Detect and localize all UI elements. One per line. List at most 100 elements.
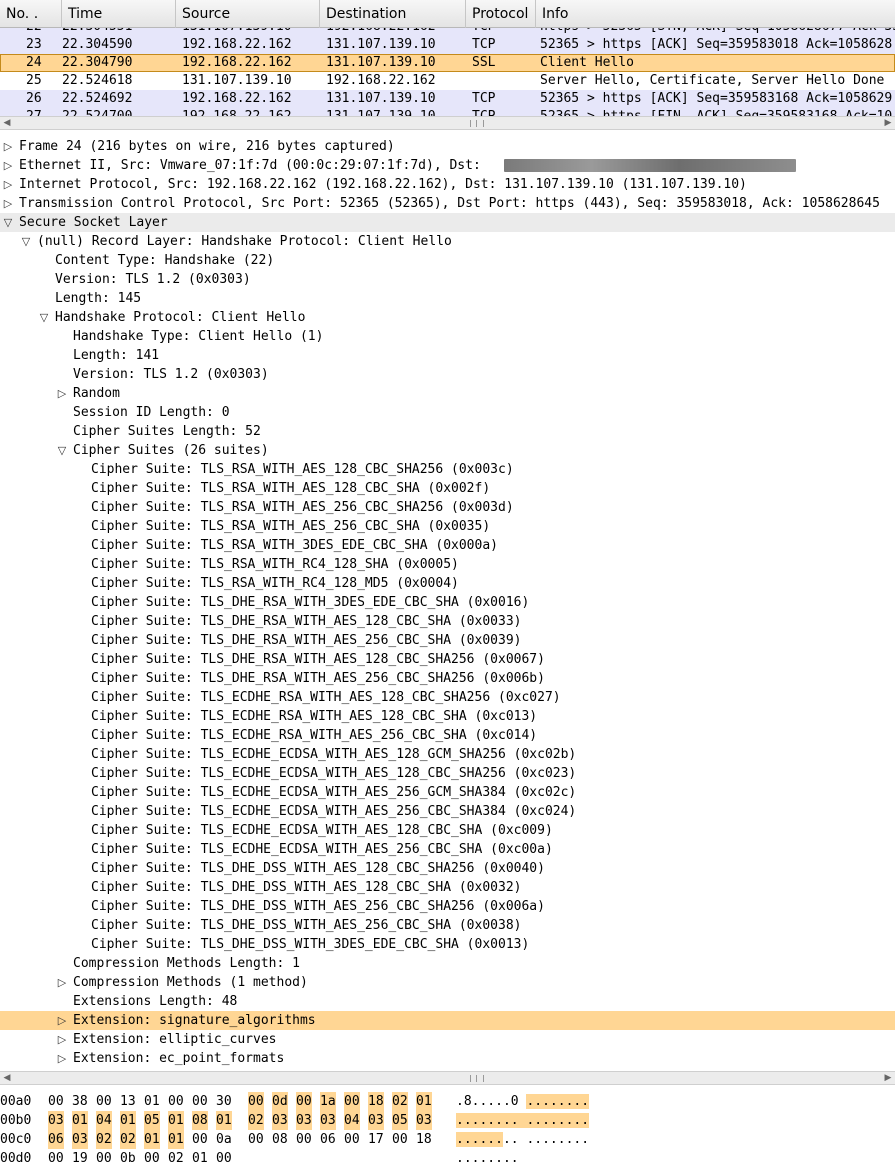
hex-byte[interactable]: 13 <box>120 1092 136 1111</box>
hex-byte[interactable]: 02 <box>96 1130 112 1149</box>
detail-tree-item[interactable]: ▷ Internet Protocol, Src: 192.168.22.162 … <box>0 175 895 194</box>
hex-byte[interactable]: 1a <box>320 1092 336 1111</box>
triangle-right-icon[interactable]: ▷ <box>1 194 15 213</box>
detail-tree-item[interactable]: Cipher Suite: TLS_ECDHE_ECDSA_WITH_AES_1… <box>0 821 895 840</box>
detail-tree-item[interactable]: Cipher Suite: TLS_DHE_DSS_WITH_AES_256_C… <box>0 916 895 935</box>
triangle-right-icon[interactable]: ▷ <box>55 384 69 403</box>
triangle-right-icon[interactable]: ▷ <box>55 1011 69 1030</box>
detail-tree-item[interactable]: Cipher Suite: TLS_RSA_WITH_RC4_128_SHA (… <box>0 555 895 574</box>
detail-tree-item[interactable]: Cipher Suite: TLS_RSA_WITH_RC4_128_MD5 (… <box>0 574 895 593</box>
detail-tree-item[interactable]: Cipher Suite: TLS_DHE_RSA_WITH_AES_256_C… <box>0 669 895 688</box>
hex-byte[interactable]: 02 <box>248 1111 264 1130</box>
hex-byte[interactable]: 00 <box>344 1092 360 1111</box>
hex-byte[interactable]: 03 <box>48 1111 64 1130</box>
hex-byte[interactable]: 03 <box>416 1111 432 1130</box>
detail-tree-item[interactable]: Length: 141 <box>0 346 895 365</box>
hex-byte[interactable]: 05 <box>144 1111 160 1130</box>
column-header-time[interactable]: Time <box>62 0 176 28</box>
detail-tree-item[interactable]: Cipher Suite: TLS_ECDHE_ECDSA_WITH_AES_1… <box>0 764 895 783</box>
detail-tree-item[interactable]: ▷ Compression Methods (1 method) <box>0 973 895 992</box>
triangle-down-icon[interactable]: ▽ <box>55 441 69 460</box>
detail-tree-item[interactable]: ▷ Ethernet II, Src: Vmware_07:1f:7d (00:0… <box>0 156 895 175</box>
detail-tree-item[interactable]: ▷ Transmission Control Protocol, Src Port… <box>0 194 895 213</box>
detail-tree-item[interactable]: Cipher Suite: TLS_DHE_RSA_WITH_AES_128_C… <box>0 650 895 669</box>
hex-byte[interactable]: 00 <box>96 1092 112 1111</box>
scroll-thumb[interactable] <box>470 1075 484 1082</box>
packet-bytes-pane[interactable]: 00a0 00 38 00 13 01 00 00 30 00 0d 00 1a 00 18 02 01.8..… <box>0 1092 895 1163</box>
detail-tree-item[interactable]: ▷ Extension: ec_point_formats <box>0 1049 895 1068</box>
detail-tree-item[interactable]: ▽ Handshake Protocol: Client Hello <box>0 308 895 327</box>
hex-byte[interactable]: 01 <box>168 1130 184 1149</box>
detail-tree-item[interactable]: Content Type: Handshake (22) <box>0 251 895 270</box>
hex-byte[interactable]: 03 <box>72 1130 88 1149</box>
hex-byte[interactable]: 03 <box>368 1111 384 1130</box>
column-header-source[interactable]: Source <box>176 0 320 28</box>
detail-tree-item[interactable]: ▷ Random <box>0 384 895 403</box>
hex-byte[interactable]: 02 <box>168 1149 184 1163</box>
hex-byte[interactable]: 01 <box>416 1092 432 1111</box>
detail-tree-item[interactable]: ▷ Frame 24 (216 bytes on wire, 216 bytes … <box>0 137 895 156</box>
detail-tree-item[interactable]: Version: TLS 1.2 (0x0303) <box>0 270 895 289</box>
scroll-left-icon[interactable]: ◀ <box>0 1072 14 1085</box>
packet-list-pane[interactable]: 2222.304551131.107.139.10192.168.22.162T… <box>0 0 895 116</box>
hex-byte[interactable]: 03 <box>272 1111 288 1130</box>
column-header-protocol[interactable]: Protocol <box>466 0 536 28</box>
detail-tree-item[interactable]: Cipher Suite: TLS_DHE_DSS_WITH_AES_256_C… <box>0 897 895 916</box>
hex-byte[interactable]: 18 <box>416 1130 432 1149</box>
hex-byte[interactable]: 08 <box>272 1130 288 1149</box>
detail-tree-item[interactable]: ▽ Secure Socket Layer <box>0 213 895 232</box>
hex-byte[interactable]: 00 <box>216 1149 232 1163</box>
scroll-left-icon[interactable]: ◀ <box>0 117 14 130</box>
hex-byte[interactable]: 17 <box>368 1130 384 1149</box>
hex-byte[interactable]: 0d <box>272 1092 288 1111</box>
triangle-right-icon[interactable]: ▷ <box>55 973 69 992</box>
hex-byte[interactable]: 02 <box>392 1092 408 1111</box>
column-header-destination[interactable]: Destination <box>320 0 466 28</box>
detail-tree-item[interactable]: Extensions Length: 48 <box>0 992 895 1011</box>
hex-byte[interactable]: 01 <box>120 1111 136 1130</box>
hex-byte[interactable]: 01 <box>168 1111 184 1130</box>
detail-tree-item[interactable]: Cipher Suite: TLS_DHE_RSA_WITH_3DES_EDE_… <box>0 593 895 612</box>
detail-tree-item[interactable]: Cipher Suites Length: 52 <box>0 422 895 441</box>
hex-ascii[interactable]: ........ ........ <box>456 1111 590 1130</box>
detail-tree-item[interactable]: Cipher Suite: TLS_ECDHE_ECDSA_WITH_AES_2… <box>0 802 895 821</box>
triangle-right-icon[interactable]: ▷ <box>55 1049 69 1068</box>
triangle-right-icon[interactable]: ▷ <box>55 1030 69 1049</box>
detail-tree-item[interactable]: Cipher Suite: TLS_ECDHE_RSA_WITH_AES_128… <box>0 688 895 707</box>
hex-ascii[interactable]: .8.....0 ........ <box>456 1092 590 1111</box>
detail-tree-item[interactable]: Length: 145 <box>0 289 895 308</box>
packet-list-hscrollbar[interactable]: ◀ ▶ <box>0 116 895 130</box>
scroll-right-icon[interactable]: ▶ <box>881 117 895 130</box>
hex-byte[interactable]: 01 <box>144 1130 160 1149</box>
detail-tree-item[interactable]: Version: TLS 1.2 (0x0303) <box>0 365 895 384</box>
hex-byte[interactable]: 0a <box>216 1130 232 1149</box>
hex-byte[interactable]: 00 <box>296 1092 312 1111</box>
hex-byte[interactable]: 18 <box>368 1092 384 1111</box>
detail-tree-item[interactable]: Cipher Suite: TLS_ECDHE_RSA_WITH_AES_256… <box>0 726 895 745</box>
detail-tree-item[interactable]: Session ID Length: 0 <box>0 403 895 422</box>
detail-tree-item[interactable]: Compression Methods Length: 1 <box>0 954 895 973</box>
packet-row[interactable]: 25 22.524618 131.107.139.10 192.168.22.162 S… <box>0 72 895 90</box>
hex-byte[interactable]: 04 <box>344 1111 360 1130</box>
packet-row[interactable]: 2722.524700 192.168.22.162131.107.139.10T… <box>0 108 895 116</box>
hex-byte[interactable]: 00 <box>248 1130 264 1149</box>
hex-byte[interactable]: 30 <box>216 1092 232 1111</box>
detail-tree-item[interactable]: ▷ Extension: signature_algorithms <box>0 1011 895 1030</box>
hex-byte[interactable]: 01 <box>144 1092 160 1111</box>
triangle-right-icon[interactable]: ▷ <box>1 175 15 194</box>
detail-tree-item[interactable]: Cipher Suite: TLS_RSA_WITH_AES_128_CBC_S… <box>0 479 895 498</box>
hex-byte[interactable]: 03 <box>296 1111 312 1130</box>
details-hscrollbar[interactable]: ◀ ▶ <box>0 1071 895 1085</box>
detail-tree-item[interactable]: ▷ Extension: elliptic_curves <box>0 1030 895 1049</box>
hex-byte[interactable]: 38 <box>72 1092 88 1111</box>
detail-tree-item[interactable]: ▽ (null) Record Layer: Handshake Protocol… <box>0 232 895 251</box>
detail-tree-item[interactable]: ▽ Cipher Suites (26 suites) <box>0 441 895 460</box>
hex-byte[interactable]: 00 <box>192 1092 208 1111</box>
hex-byte[interactable]: 05 <box>392 1111 408 1130</box>
detail-tree-item[interactable]: Cipher Suite: TLS_DHE_DSS_WITH_3DES_EDE_… <box>0 935 895 954</box>
detail-tree-item[interactable]: Cipher Suite: TLS_DHE_RSA_WITH_AES_256_C… <box>0 631 895 650</box>
hex-byte[interactable]: 00 <box>48 1092 64 1111</box>
detail-tree-item[interactable]: Cipher Suite: TLS_RSA_WITH_AES_128_CBC_S… <box>0 460 895 479</box>
detail-tree-item[interactable]: Cipher Suite: TLS_ECDHE_ECDSA_WITH_AES_2… <box>0 783 895 802</box>
detail-tree-item[interactable]: Cipher Suite: TLS_RSA_WITH_AES_256_CBC_S… <box>0 498 895 517</box>
